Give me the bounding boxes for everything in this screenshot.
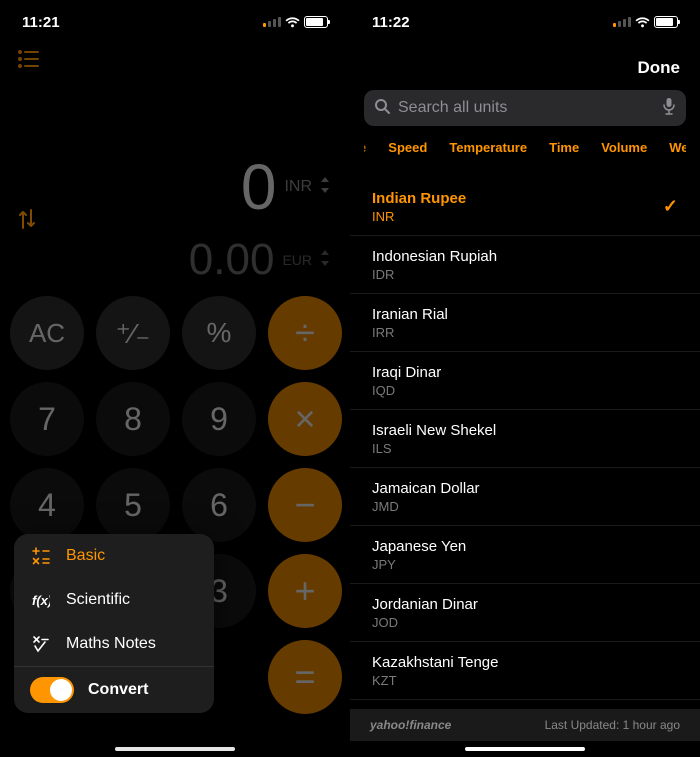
list-item[interactable]: Iranian Rial IRR [350, 294, 700, 352]
menu-maths-notes[interactable]: Maths Notes [14, 622, 214, 666]
list-item[interactable]: Kazakhstani Tenge KZT [350, 642, 700, 700]
swap-currencies-icon[interactable] [18, 208, 36, 235]
home-indicator[interactable] [465, 747, 585, 751]
currency-name: Japanese Yen [372, 538, 678, 555]
key-7[interactable]: 7 [10, 382, 84, 456]
checkmark-icon: ✓ [663, 196, 678, 217]
currency-code: JPY [372, 557, 678, 572]
currency-code: KZT [372, 673, 678, 688]
currency-name: Iranian Rial [372, 306, 678, 323]
currency-code: ILS [372, 441, 678, 456]
menu-convert-toggle[interactable]: Convert [14, 667, 214, 713]
cellular-signal-icon [263, 17, 281, 27]
cellular-signal-icon [613, 17, 631, 27]
status-bar: 11:22 [350, 0, 700, 40]
primary-currency[interactable]: INR [284, 178, 312, 196]
status-icons [263, 16, 328, 28]
currency-code: INR [372, 209, 678, 224]
currency-name: Kazakhstani Tenge [372, 654, 678, 671]
key-4[interactable]: 4 [10, 468, 84, 542]
wifi-icon [635, 16, 650, 28]
tab-partial[interactable]: re [364, 140, 366, 155]
key-divide[interactable]: ÷ [268, 296, 342, 370]
basic-icon [30, 547, 52, 565]
search-icon [374, 98, 390, 119]
list-item[interactable]: Jordanian Dinar JOD [350, 584, 700, 642]
sheet-header: Done re Speed Temperature Time Volume We… [350, 40, 700, 165]
menu-scientific[interactable]: f(x) Scientific [14, 578, 214, 622]
status-bar: 11:21 [0, 0, 350, 40]
secondary-currency[interactable]: EUR [282, 252, 312, 268]
list-item[interactable]: Iraqi Dinar IQD [350, 352, 700, 410]
tab-volume[interactable]: Volume [601, 140, 647, 155]
list-item[interactable]: Israeli New Shekel ILS [350, 410, 700, 468]
done-button[interactable]: Done [638, 58, 681, 78]
key-percent[interactable]: % [182, 296, 256, 370]
currency-code: IDR [372, 267, 678, 282]
secondary-display: 0.00 EUR [189, 235, 330, 285]
tab-temperature[interactable]: Temperature [449, 140, 527, 155]
search-bar[interactable] [364, 90, 686, 126]
key-9[interactable]: 9 [182, 382, 256, 456]
key-equals[interactable]: = [268, 640, 342, 714]
units-picker-screen: 11:22 Done re Speed [350, 0, 700, 757]
chevron-updown-icon[interactable] [320, 177, 330, 198]
battery-icon [304, 16, 328, 28]
key-multiply[interactable]: × [268, 382, 342, 456]
history-list-icon[interactable] [18, 50, 40, 73]
primary-display: 0 INR [241, 150, 330, 224]
svg-text:f(x): f(x) [32, 593, 50, 608]
category-tabs[interactable]: re Speed Temperature Time Volume Weight [364, 126, 686, 165]
primary-value: 0 [241, 150, 277, 224]
menu-label: Basic [66, 547, 105, 565]
currency-list[interactable]: Indian Rupee INR✓ Indonesian Rupiah IDR Iran… [350, 178, 700, 719]
maths-notes-icon [30, 635, 52, 653]
list-item[interactable]: Japanese Yen JPY [350, 526, 700, 584]
key-minus[interactable]: − [268, 468, 342, 542]
last-updated: Last Updated: 1 hour ago [545, 718, 680, 732]
data-provider-footer: yahoo!finance Last Updated: 1 hour ago [350, 709, 700, 741]
status-time: 11:21 [22, 14, 60, 31]
status-time: 11:22 [372, 14, 410, 31]
currency-name: Indian Rupee [372, 190, 678, 207]
currency-name: Indonesian Rupiah [372, 248, 678, 265]
key-5[interactable]: 5 [96, 468, 170, 542]
currency-name: Iraqi Dinar [372, 364, 678, 381]
toggle-switch[interactable] [30, 677, 74, 703]
currency-code: IRR [372, 325, 678, 340]
menu-label: Maths Notes [66, 635, 156, 653]
menu-label: Scientific [66, 591, 130, 609]
mic-icon[interactable] [662, 97, 676, 120]
key-plus[interactable]: + [268, 554, 342, 628]
battery-icon [654, 16, 678, 28]
list-item[interactable]: Indonesian Rupiah IDR [350, 236, 700, 294]
currency-code: IQD [372, 383, 678, 398]
mode-menu: Basic f(x) Scientific Maths Notes Conver… [14, 534, 214, 713]
currency-code: JOD [372, 615, 678, 630]
secondary-value: 0.00 [189, 235, 275, 285]
currency-name: Jamaican Dollar [372, 480, 678, 497]
function-icon: f(x) [30, 592, 52, 608]
wifi-icon [285, 16, 300, 28]
provider-label: yahoo!finance [370, 718, 451, 732]
tab-weight[interactable]: Weight [669, 140, 686, 155]
list-item[interactable]: Indian Rupee INR✓ [350, 178, 700, 236]
home-indicator[interactable] [115, 747, 235, 751]
status-icons [613, 16, 678, 28]
currency-code: JMD [372, 499, 678, 514]
search-input[interactable] [398, 99, 654, 117]
key-ac[interactable]: AC [10, 296, 84, 370]
key-plus-minus[interactable]: ⁺⁄₋ [96, 296, 170, 370]
chevron-updown-icon[interactable] [320, 250, 330, 271]
currency-name: Jordanian Dinar [372, 596, 678, 613]
tab-time[interactable]: Time [549, 140, 579, 155]
menu-label: Convert [88, 681, 148, 699]
calculator-screen: 11:21 0 INR 0.00 [0, 0, 350, 757]
tab-speed[interactable]: Speed [388, 140, 427, 155]
currency-name: Israeli New Shekel [372, 422, 678, 439]
menu-basic[interactable]: Basic [14, 534, 214, 578]
list-item[interactable]: Jamaican Dollar JMD [350, 468, 700, 526]
key-6[interactable]: 6 [182, 468, 256, 542]
key-8[interactable]: 8 [96, 382, 170, 456]
